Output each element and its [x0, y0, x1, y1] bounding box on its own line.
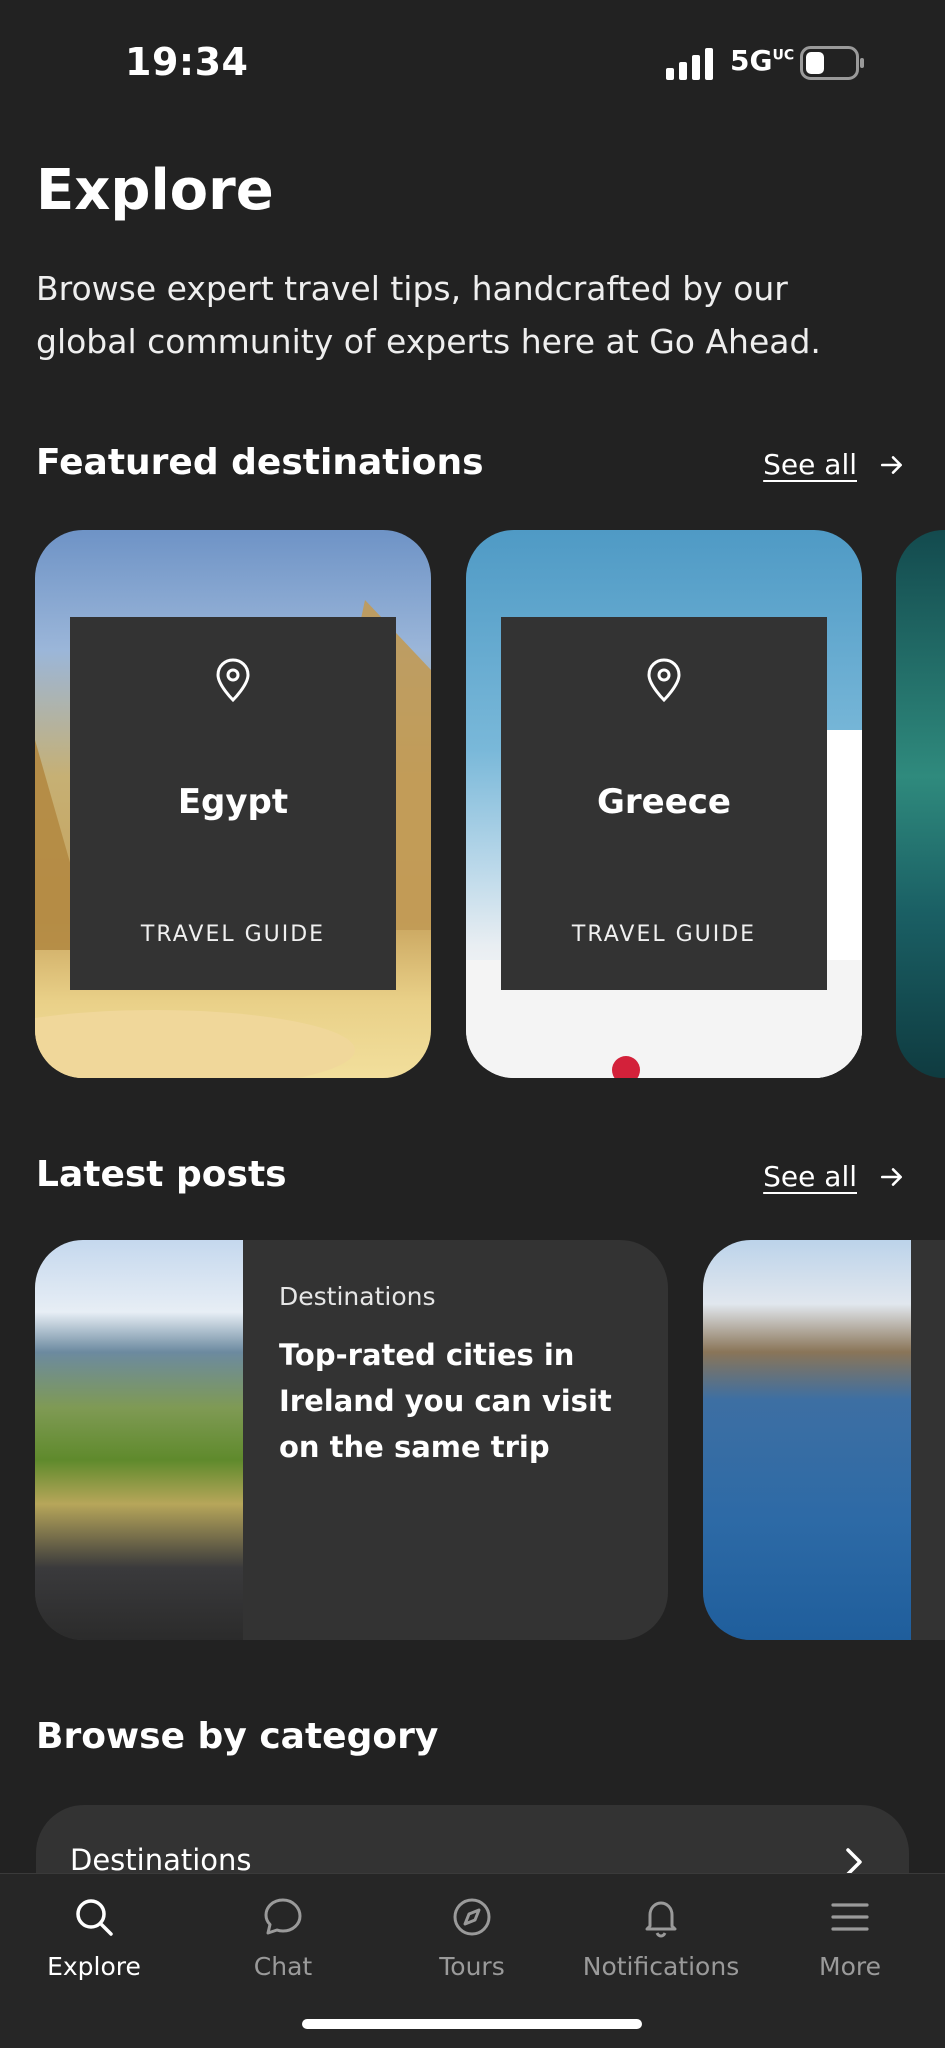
search-icon — [76, 1899, 113, 1936]
post-image-ireland — [35, 1240, 243, 1640]
status-bar: 19:34 5GUC — [0, 0, 945, 120]
menu-icon — [831, 1903, 869, 1931]
page-title: Explore — [36, 158, 274, 223]
home-indicator — [302, 2019, 642, 2029]
category-label: Destinations — [70, 1843, 252, 1877]
destination-name: Greece — [596, 782, 731, 822]
post-title: Top-rated cities in Ireland you can visi… — [279, 1338, 612, 1464]
post-card[interactable]: Destinations Top-rated cities in Ireland… — [35, 1240, 668, 1640]
page-subtitle: Browse expert travel tips, handcrafted b… — [36, 269, 821, 361]
nav-item-notifications[interactable]: Notifications — [571, 1894, 751, 1981]
bell-icon — [645, 1901, 677, 1938]
see-all-label: See all — [763, 448, 857, 481]
chat-icon — [264, 1898, 302, 1935]
featured-destinations-title: Featured destinations — [36, 442, 484, 483]
compass-icon — [453, 1898, 491, 1936]
nav-item-explore[interactable]: Explore — [4, 1894, 184, 1981]
destination-name: Egypt — [177, 782, 289, 822]
destination-card-greece[interactable]: Greece TRAVEL GUIDE — [466, 530, 862, 1078]
location-pin-icon — [216, 658, 250, 703]
post-category: Destinations — [279, 1282, 436, 1311]
signal-icon — [666, 48, 713, 80]
nav-label: More — [819, 1952, 881, 1981]
featured-see-all-link[interactable]: See all — [763, 448, 905, 481]
network-label: 5GUC — [730, 44, 795, 77]
browse-category-title: Browse by category — [36, 1716, 439, 1757]
status-time: 19:34 — [125, 40, 249, 84]
location-pin-icon — [647, 658, 681, 703]
latest-see-all-link[interactable]: See all — [763, 1160, 905, 1193]
nav-label: Explore — [47, 1952, 141, 1981]
post-image-coast — [703, 1240, 911, 1640]
battery-icon — [800, 46, 864, 80]
destination-card-panel: Egypt TRAVEL GUIDE — [70, 617, 396, 990]
latest-posts-title: Latest posts — [36, 1154, 287, 1195]
see-all-label: See all — [763, 1160, 857, 1193]
nav-item-chat[interactable]: Chat — [193, 1894, 373, 1981]
arrow-right-icon — [880, 1167, 902, 1186]
destination-kind: TRAVEL GUIDE — [140, 922, 326, 947]
aurora-image — [896, 530, 945, 1078]
post-card-partial[interactable] — [703, 1240, 945, 1640]
explore-screen: 19:34 5GUC Explore Browse expert travel … — [0, 0, 945, 2048]
nav-item-more[interactable]: More — [760, 1894, 940, 1981]
nav-label: Chat — [253, 1952, 313, 1981]
destination-card-panel: Greece TRAVEL GUIDE — [501, 617, 827, 990]
destination-card-egypt[interactable]: Egypt TRAVEL GUIDE — [35, 530, 431, 1078]
destination-card-partial[interactable] — [896, 530, 945, 1078]
arrow-right-icon — [880, 455, 902, 474]
nav-label: Notifications — [582, 1952, 740, 1981]
nav-item-tours[interactable]: Tours — [382, 1894, 562, 1981]
destination-kind: TRAVEL GUIDE — [571, 922, 757, 947]
nav-label: Tours — [439, 1952, 505, 1981]
